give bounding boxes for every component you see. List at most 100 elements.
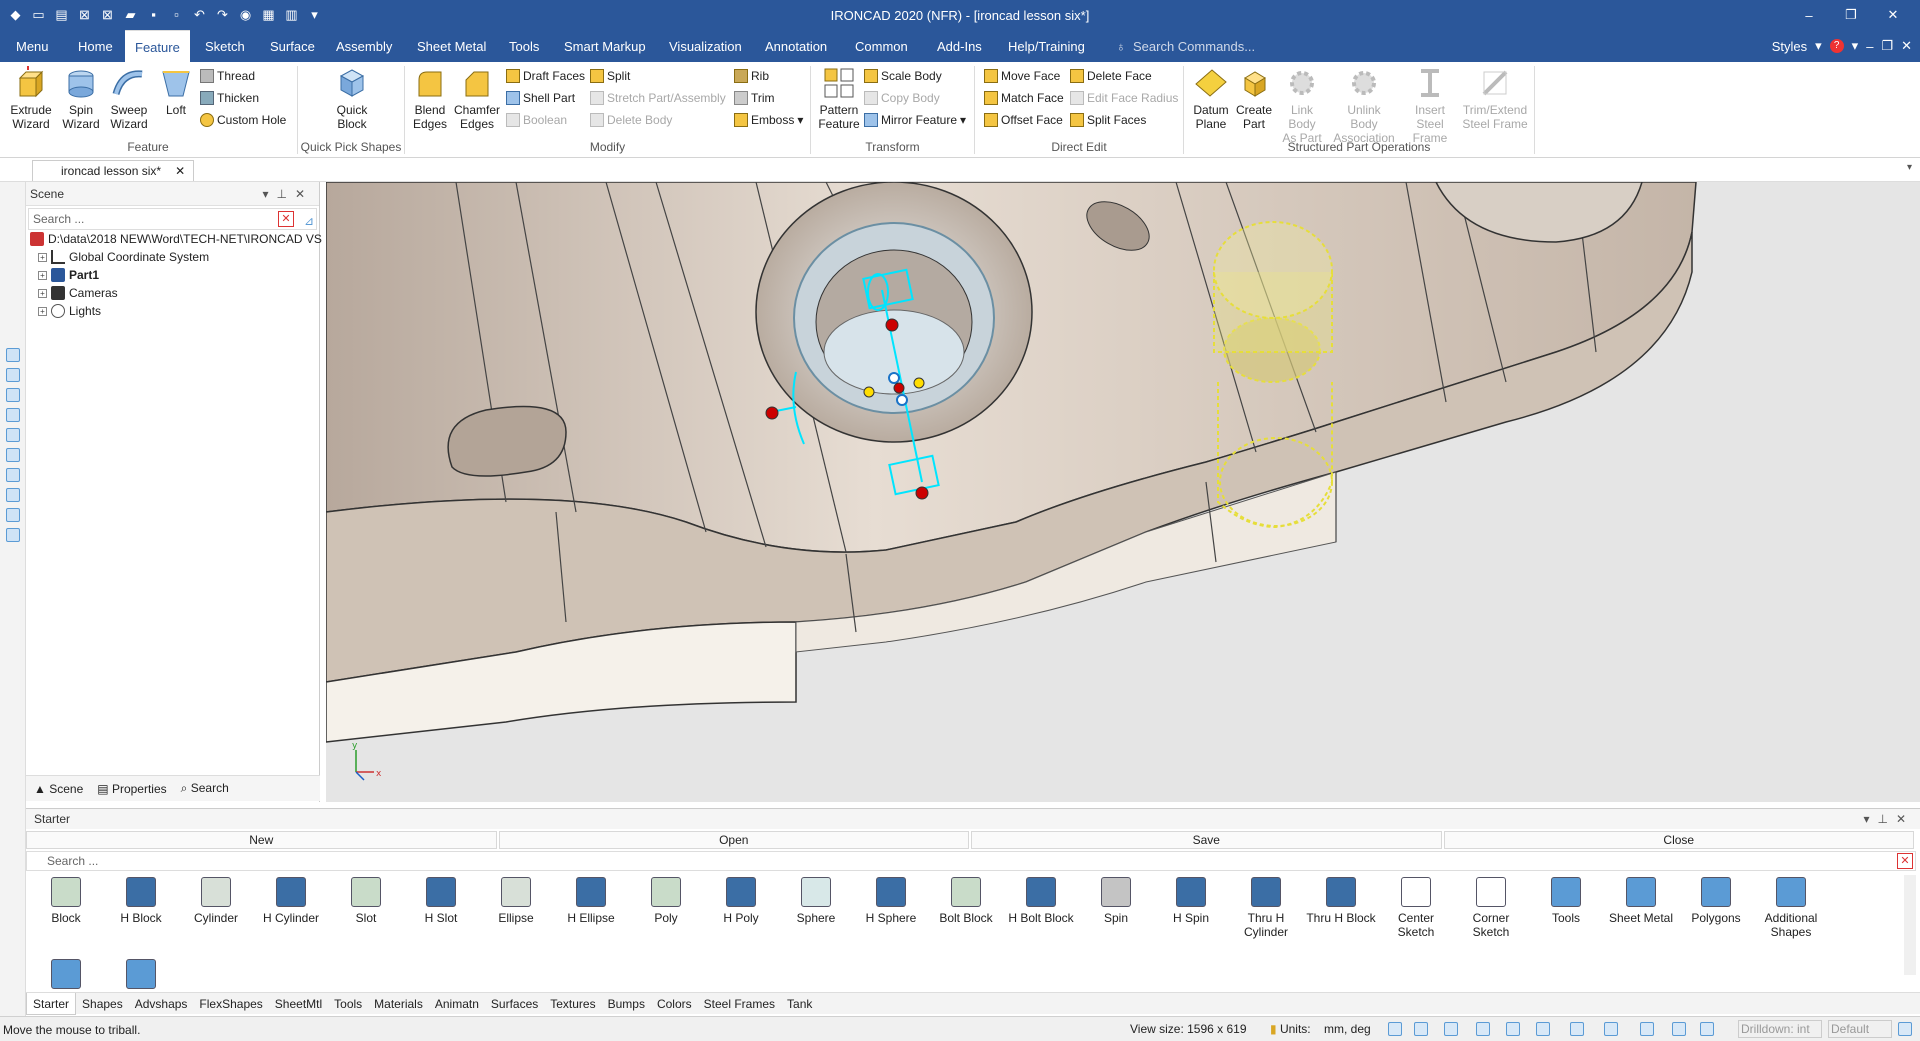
- catalog-shape-item[interactable]: H Bolt Block: [1005, 877, 1077, 925]
- close-icon[interactable]: ✕: [1896, 812, 1914, 826]
- tab-surface[interactable]: Surface: [268, 30, 317, 62]
- stretch-part-button[interactable]: Stretch Part/Assembly: [590, 88, 726, 108]
- catalog-shape-item[interactable]: Block: [30, 877, 102, 925]
- triball-handle[interactable]: [885, 318, 899, 332]
- filter-icon[interactable]: ⊿: [304, 211, 314, 231]
- split-button[interactable]: Split: [590, 66, 630, 86]
- save-icon[interactable]: ▪: [144, 5, 163, 24]
- view-right-icon[interactable]: [5, 388, 20, 402]
- triball-center[interactable]: [888, 372, 900, 384]
- triball-handle[interactable]: [915, 486, 929, 500]
- new-document-icon[interactable]: ▤: [52, 5, 71, 24]
- tab-sheet-metal[interactable]: Sheet Metal: [415, 30, 488, 62]
- display-icon[interactable]: [1604, 1022, 1618, 1036]
- triball-handle[interactable]: [913, 377, 925, 389]
- catalog-shape-item[interactable]: Polygons: [1680, 877, 1752, 925]
- custom-hole-button[interactable]: Custom Hole: [200, 110, 286, 130]
- app-icon[interactable]: ◆: [6, 5, 25, 24]
- view-left-icon[interactable]: [5, 408, 20, 422]
- catalog-shape-item[interactable]: Slot: [330, 877, 402, 925]
- expand-icon[interactable]: +: [38, 252, 47, 262]
- catalog-shape-item[interactable]: H Ellipse: [555, 877, 627, 925]
- catalog-shape-item[interactable]: Ellipse: [480, 877, 552, 925]
- print-icon[interactable]: ▫: [167, 5, 186, 24]
- section-icon[interactable]: [1640, 1022, 1654, 1036]
- clear-search-icon[interactable]: ✕: [1897, 853, 1913, 869]
- tree-item-cameras[interactable]: + Cameras: [38, 286, 118, 300]
- catalog-vertical-scrollbar[interactable]: [1904, 875, 1916, 975]
- open-folder-icon[interactable]: ▰: [121, 5, 140, 24]
- tab-add-ins[interactable]: Add-Ins: [935, 30, 984, 62]
- tab-search[interactable]: ⌕ Search: [181, 781, 229, 796]
- catalog-shape-item[interactable]: Thru H Cylinder: [1230, 877, 1302, 939]
- loft-button[interactable]: Loft: [158, 66, 194, 117]
- tab-sketch[interactable]: Sketch: [203, 30, 247, 62]
- insert-steel-frame-button[interactable]: Insert Steel Frame: [1400, 66, 1460, 145]
- trim-button[interactable]: Trim: [734, 88, 775, 108]
- link-body-as-part-button[interactable]: Link Body As Part: [1276, 66, 1328, 145]
- restore-icon[interactable]: ❐: [1830, 2, 1872, 28]
- catalog-shape-item[interactable]: Sphere: [780, 877, 852, 925]
- catalog-close-button[interactable]: Close: [1443, 831, 1914, 849]
- doc-close-icon[interactable]: ✕: [1901, 38, 1912, 54]
- doc-restore-icon[interactable]: ❐: [1881, 38, 1893, 54]
- offset-face-button[interactable]: Offset Face: [984, 110, 1063, 130]
- copy-body-button[interactable]: Copy Body: [864, 88, 940, 108]
- catalog-save-button[interactable]: Save: [971, 831, 1442, 849]
- tab-common[interactable]: Common: [853, 30, 910, 62]
- catalog-open-button[interactable]: Open: [498, 831, 969, 849]
- tab-properties[interactable]: ▤ Properties: [97, 782, 166, 796]
- tab-home[interactable]: Home: [76, 30, 115, 62]
- tab-assembly[interactable]: Assembly: [334, 30, 394, 62]
- thread-button[interactable]: Thread: [200, 66, 255, 86]
- thicken-button[interactable]: Thicken: [200, 88, 259, 108]
- chamfer-edges-button[interactable]: Chamfer Edges: [452, 66, 502, 131]
- scale-body-button[interactable]: Scale Body: [864, 66, 942, 86]
- cursor-icon[interactable]: [1700, 1022, 1714, 1036]
- expand-icon[interactable]: +: [38, 306, 47, 316]
- tab-help-training[interactable]: Help/Training: [1006, 30, 1087, 62]
- delete-icon[interactable]: ⊠: [98, 5, 117, 24]
- mirror-feature-button[interactable]: Mirror Feature ▾: [864, 110, 966, 130]
- spin-wizard-button[interactable]: Spin Wizard: [56, 66, 106, 131]
- catalog-shape-item[interactable]: Thru H Block: [1305, 877, 1377, 925]
- catalog-shape-item[interactable]: Spin: [1080, 877, 1152, 925]
- customize-qat-icon[interactable]: ▾: [305, 5, 324, 24]
- close-icon[interactable]: ✕: [295, 187, 313, 201]
- boolean-button[interactable]: Boolean: [506, 110, 567, 130]
- view-top-icon[interactable]: [5, 348, 20, 362]
- scene-search-input[interactable]: Search ... ✕ ⊿: [28, 208, 317, 230]
- tree-item-global-coordinate-system[interactable]: + Global Coordinate System: [38, 250, 209, 264]
- close-icon[interactable]: ✕: [175, 161, 185, 181]
- view-back-icon[interactable]: [5, 428, 20, 442]
- view-dimetric-icon[interactable]: [5, 488, 20, 502]
- tab-menu[interactable]: Menu: [14, 30, 51, 62]
- globe-icon[interactable]: ◉: [236, 5, 255, 24]
- catalog-shape-item[interactable]: H Slot: [405, 877, 477, 925]
- catalog-tab[interactable]: Steel Frames: [698, 993, 781, 1015]
- triball-handle[interactable]: [765, 406, 779, 420]
- rib-button[interactable]: Rib: [734, 66, 769, 86]
- shading-icon[interactable]: [1570, 1022, 1584, 1036]
- view-custom-icon[interactable]: [5, 528, 20, 542]
- catalog-tab[interactable]: Starter: [26, 992, 77, 1015]
- catalog-shape-item[interactable]: H Spin: [1155, 877, 1227, 925]
- chevron-down-icon[interactable]: ▾: [1863, 812, 1877, 826]
- clear-search-icon[interactable]: ✕: [278, 211, 294, 227]
- chevron-down-icon[interactable]: ▾: [1852, 38, 1859, 54]
- draft-faces-button[interactable]: Draft Faces: [506, 66, 585, 86]
- help-icon[interactable]: ?: [1829, 39, 1844, 53]
- catalog-new-button[interactable]: New: [26, 831, 497, 849]
- match-face-button[interactable]: Match Face: [984, 88, 1064, 108]
- catalog-shape-item[interactable]: H Sphere: [855, 877, 927, 925]
- expand-icon[interactable]: +: [38, 270, 47, 280]
- view-trimetric-icon[interactable]: [5, 508, 20, 522]
- catalog-tab[interactable]: Bumps: [602, 993, 651, 1015]
- view-cube-icon[interactable]: [1476, 1022, 1490, 1036]
- styles-dropdown[interactable]: Styles: [1772, 39, 1807, 54]
- datum-plane-button[interactable]: Datum Plane: [1188, 66, 1234, 131]
- catalog-shape-item[interactable]: Poly: [630, 877, 702, 925]
- tab-visualization[interactable]: Visualization: [667, 30, 744, 62]
- close-document-icon[interactable]: ⊠: [75, 5, 94, 24]
- extrude-wizard-button[interactable]: Extrude Wizard: [6, 66, 56, 131]
